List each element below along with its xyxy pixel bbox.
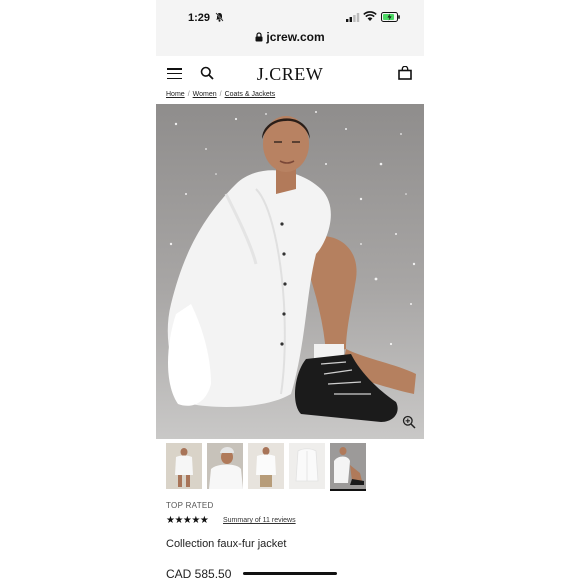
thumbnail-5[interactable] xyxy=(330,443,366,491)
thumbnail-4[interactable] xyxy=(289,443,325,489)
thumbnail-strip xyxy=(166,443,386,491)
brand-logo[interactable]: J.CREW xyxy=(156,64,424,85)
lock-icon xyxy=(255,32,263,42)
cellular-signal-icon xyxy=(346,13,360,22)
url-text: jcrew.com xyxy=(266,30,325,44)
battery-charging-icon xyxy=(381,12,400,22)
product-name: Collection faux-fur jacket xyxy=(166,538,287,550)
status-bar: 1:29 jcrew.com xyxy=(156,0,424,56)
status-time: 1:29 xyxy=(188,12,211,24)
site-header: J.CREW xyxy=(156,56,424,92)
rating-stars: ★★★★★ xyxy=(166,515,209,526)
shopping-bag-icon[interactable] xyxy=(398,66,412,80)
breadcrumb-coats-jackets[interactable]: Coats & Jackets xyxy=(225,91,276,98)
breadcrumb-home[interactable]: Home xyxy=(166,91,185,98)
wifi-icon xyxy=(363,11,377,21)
zoom-icon[interactable] xyxy=(402,415,416,429)
reviews-summary-link[interactable]: Summary of 11 reviews xyxy=(223,517,296,524)
thumbnail-3[interactable] xyxy=(248,443,284,489)
product-hero-image[interactable] xyxy=(156,104,424,439)
address-bar[interactable]: jcrew.com xyxy=(156,30,424,44)
phone-screen: 1:29 jcrew.com J.CREW Home / Women / Coa… xyxy=(156,0,424,580)
breadcrumb: Home / Women / Coats & Jackets xyxy=(166,91,276,98)
breadcrumb-women[interactable]: Women xyxy=(193,91,217,98)
thumbnail-2[interactable] xyxy=(207,443,243,489)
home-indicator[interactable] xyxy=(243,572,337,575)
top-rated-badge: TOP RATED xyxy=(166,501,214,510)
product-price: CAD 585.50 xyxy=(166,567,232,580)
thumbnail-1[interactable] xyxy=(166,443,202,489)
silent-bell-icon xyxy=(215,12,224,22)
